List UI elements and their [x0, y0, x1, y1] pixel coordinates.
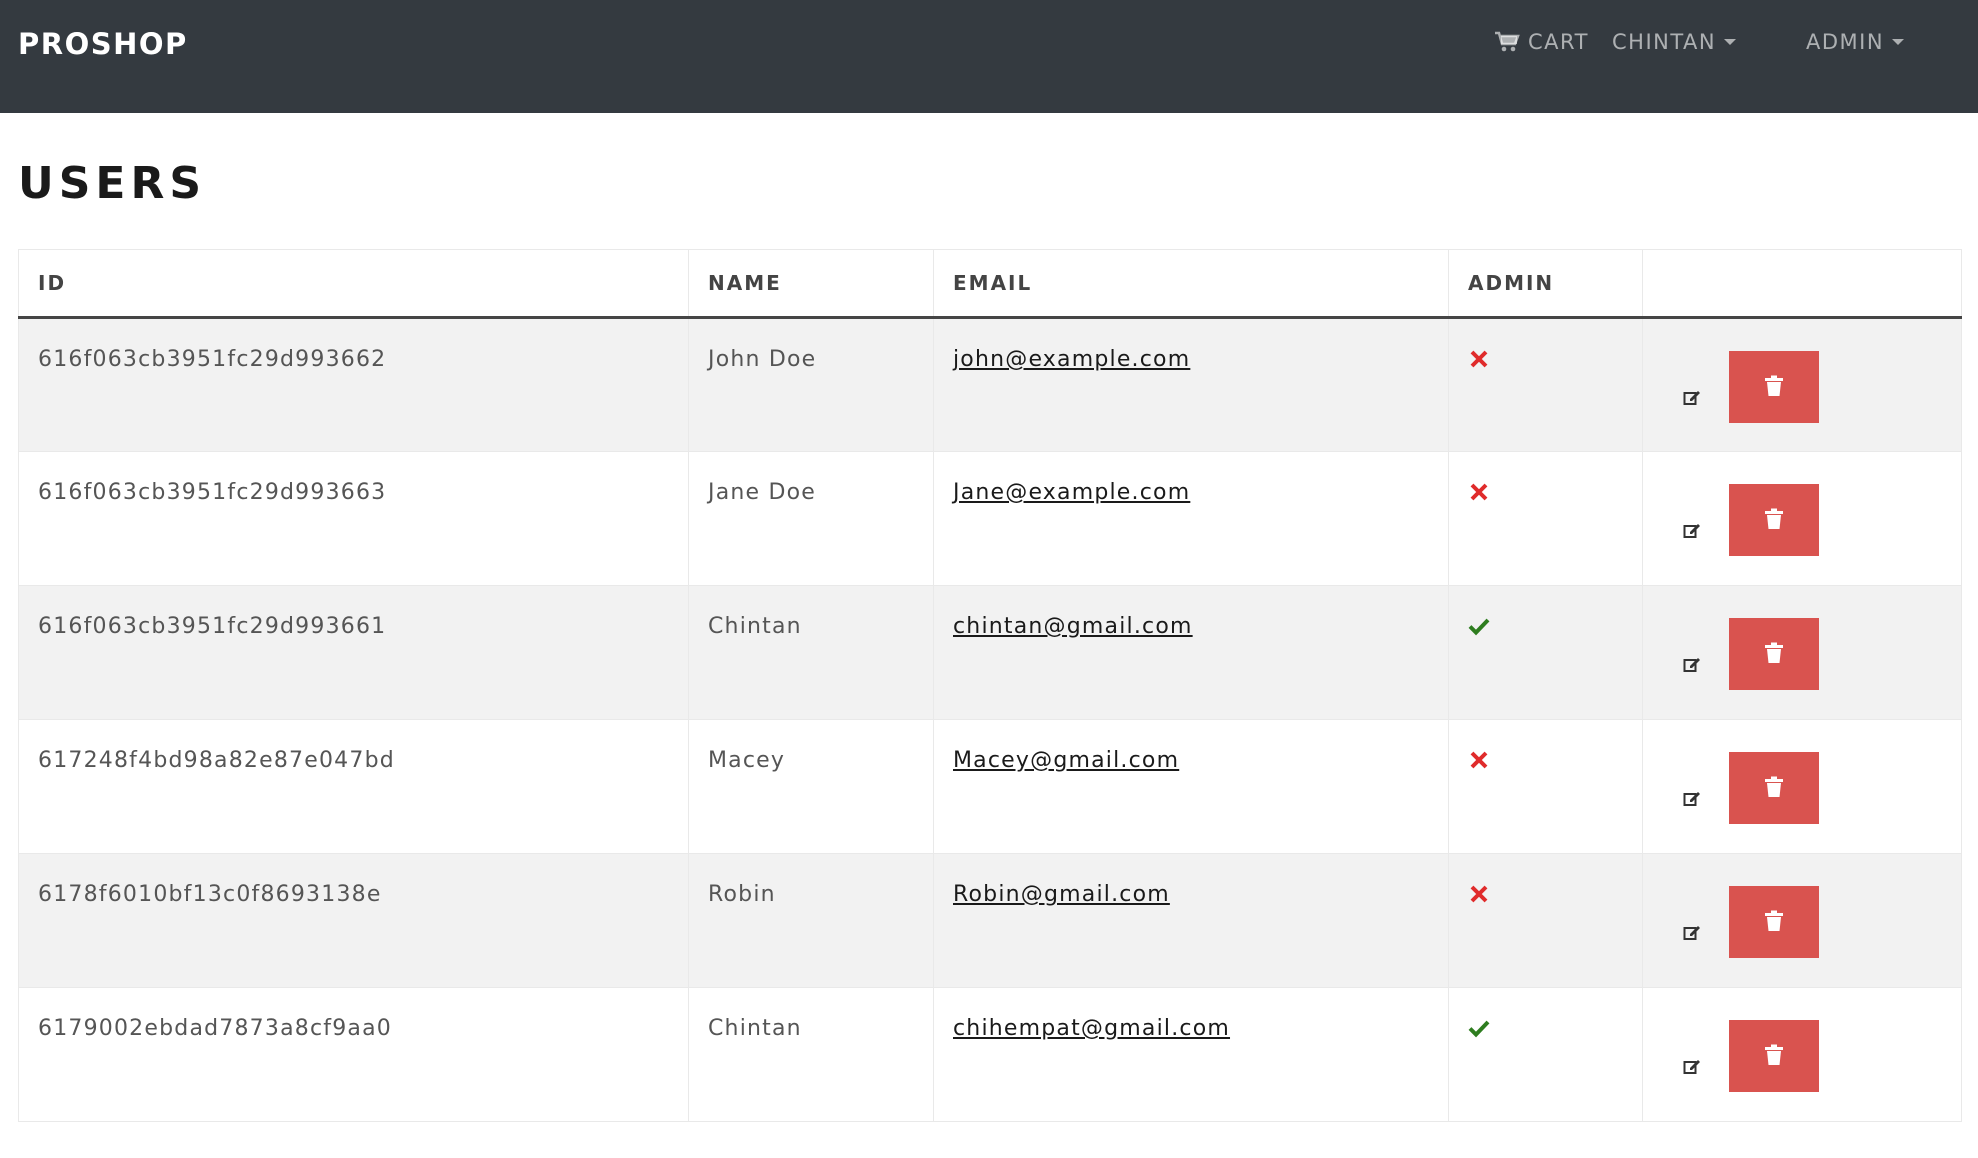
chevron-down-icon — [1724, 39, 1737, 45]
x-icon — [1467, 748, 1642, 772]
user-name-cell: John Doe — [688, 317, 934, 452]
edit-icon — [1683, 521, 1701, 546]
email-link[interactable]: Jane@example.com — [953, 480, 1190, 505]
user-id-cell: 616f063cb3951fc29d993663 — [18, 451, 689, 586]
email-link[interactable]: john@example.com — [953, 347, 1190, 372]
edit-user-button[interactable] — [1681, 790, 1703, 812]
user-email-cell: Robin@gmail.com — [933, 853, 1449, 988]
user-name-cell: Chintan — [688, 585, 934, 720]
navbar: PROSHOP CART CHINTAN ADMIN — [0, 0, 1978, 113]
x-icon — [1467, 347, 1642, 371]
user-actions-cell — [1642, 451, 1962, 586]
edit-user-button[interactable] — [1681, 1058, 1703, 1080]
cart-label: CART — [1528, 30, 1589, 54]
user-name-cell: Chintan — [688, 987, 934, 1122]
column-header-actions — [1642, 249, 1962, 319]
delete-user-button[interactable] — [1729, 618, 1819, 690]
user-actions-cell — [1642, 585, 1962, 720]
user-id-cell: 616f063cb3951fc29d993662 — [18, 317, 689, 452]
check-icon — [1467, 614, 1642, 638]
user-id-cell: 6178f6010bf13c0f8693138e — [18, 853, 689, 988]
email-link[interactable]: Robin@gmail.com — [953, 882, 1170, 907]
user-actions-cell — [1642, 853, 1962, 988]
user-name-cell: Macey — [688, 719, 934, 854]
edit-icon — [1683, 1057, 1701, 1082]
trash-icon — [1764, 910, 1784, 935]
user-admin-cell — [1448, 987, 1643, 1122]
delete-user-button[interactable] — [1729, 886, 1819, 958]
edit-icon — [1683, 655, 1701, 680]
table-row: 616f063cb3951fc29d993661 Chintan chintan@g… — [18, 585, 1962, 720]
table-row: 616f063cb3951fc29d993663 Jane Doe Jane@exa… — [18, 451, 1962, 586]
trash-icon — [1764, 642, 1784, 667]
user-email-cell: Macey@gmail.com — [933, 719, 1449, 854]
cart-icon — [1495, 31, 1520, 52]
user-menu-dropdown[interactable]: CHINTAN — [1612, 30, 1737, 54]
edit-icon — [1683, 923, 1701, 948]
delete-user-button[interactable] — [1729, 351, 1819, 423]
table-body: 616f063cb3951fc29d993662 John Doe john@exa… — [18, 317, 1962, 1122]
user-name-cell: Jane Doe — [688, 451, 934, 586]
table-row: 6178f6010bf13c0f8693138e Robin Robin@gmail… — [18, 853, 1962, 988]
user-id-cell: 6179002ebdad7873a8cf9aa0 — [18, 987, 689, 1122]
column-header-id: ID — [18, 249, 689, 319]
email-link[interactable]: chintan@gmail.com — [953, 614, 1193, 639]
x-icon — [1467, 882, 1642, 906]
user-actions-cell — [1642, 317, 1962, 452]
user-name-cell: Robin — [688, 853, 934, 988]
x-icon — [1467, 480, 1642, 504]
user-admin-cell — [1448, 451, 1643, 586]
trash-icon — [1764, 776, 1784, 801]
user-admin-cell — [1448, 719, 1643, 854]
edit-icon — [1683, 388, 1701, 413]
page-title: USERS — [18, 158, 207, 209]
user-admin-cell — [1448, 585, 1643, 720]
delete-user-button[interactable] — [1729, 752, 1819, 824]
column-header-email: EMAIL — [933, 249, 1449, 319]
edit-user-button[interactable] — [1681, 522, 1703, 544]
user-email-cell: chihempat@gmail.com — [933, 987, 1449, 1122]
admin-menu-dropdown[interactable]: ADMIN — [1806, 30, 1905, 54]
column-header-admin: ADMIN — [1448, 249, 1643, 319]
trash-icon — [1764, 1044, 1784, 1069]
edit-user-button[interactable] — [1681, 389, 1703, 411]
user-admin-cell — [1448, 853, 1643, 988]
email-link[interactable]: chihempat@gmail.com — [953, 1016, 1230, 1041]
users-table: ID NAME EMAIL ADMIN 616f063cb3951fc29d99… — [18, 249, 1962, 1122]
user-id-cell: 617248f4bd98a82e87e047bd — [18, 719, 689, 854]
edit-icon — [1683, 789, 1701, 814]
user-actions-cell — [1642, 719, 1962, 854]
chevron-down-icon — [1892, 39, 1905, 45]
check-icon — [1467, 1016, 1642, 1040]
delete-user-button[interactable] — [1729, 1020, 1819, 1092]
user-id-cell: 616f063cb3951fc29d993661 — [18, 585, 689, 720]
user-menu-label: CHINTAN — [1612, 30, 1717, 54]
trash-icon — [1764, 508, 1784, 533]
user-actions-cell — [1642, 987, 1962, 1122]
table-row: 616f063cb3951fc29d993662 John Doe john@exa… — [18, 317, 1962, 452]
edit-user-button[interactable] — [1681, 656, 1703, 678]
email-link[interactable]: Macey@gmail.com — [953, 748, 1179, 773]
table-row: 6179002ebdad7873a8cf9aa0 Chintan chihempat… — [18, 987, 1962, 1122]
trash-icon — [1764, 375, 1784, 400]
delete-user-button[interactable] — [1729, 484, 1819, 556]
column-header-name: NAME — [688, 249, 934, 319]
table-header-row: ID NAME EMAIL ADMIN — [18, 249, 1962, 319]
user-email-cell: chintan@gmail.com — [933, 585, 1449, 720]
admin-menu-label: ADMIN — [1806, 30, 1885, 54]
edit-user-button[interactable] — [1681, 924, 1703, 946]
user-email-cell: Jane@example.com — [933, 451, 1449, 586]
table-row: 617248f4bd98a82e87e047bd Macey Macey@gmail… — [18, 719, 1962, 854]
cart-link[interactable]: CART — [1494, 30, 1589, 54]
nav-links: CART CHINTAN ADMIN — [0, 30, 1978, 62]
user-admin-cell — [1448, 317, 1643, 452]
user-email-cell: john@example.com — [933, 317, 1449, 452]
